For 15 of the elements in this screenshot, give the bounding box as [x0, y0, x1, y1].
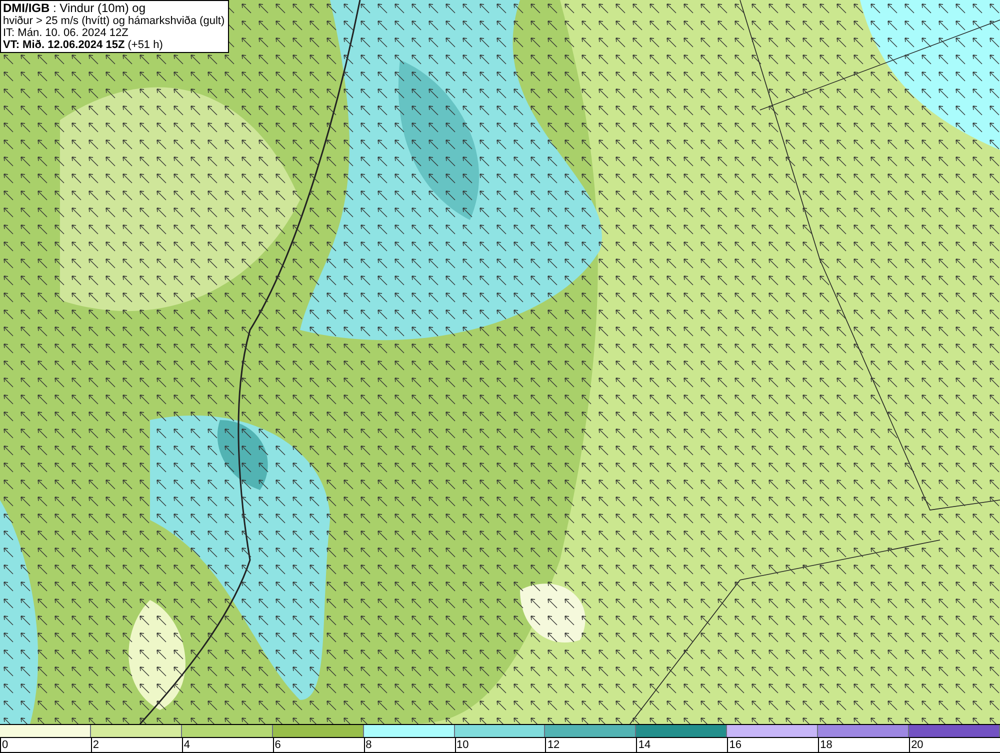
header-text: VT: Mið. 12.06.2024 15Z (+51 h)	[3, 39, 164, 51]
legend-label: 14	[638, 739, 651, 751]
legend-label: 0	[2, 739, 8, 751]
legend-label: 16	[729, 739, 742, 751]
legend-label: 20	[911, 739, 924, 751]
legend-label: 10	[456, 739, 469, 751]
header-text: hviður > 25 m/s (hvítt) og hámarkshviða (gult)	[3, 15, 226, 27]
legend-label: 6	[274, 739, 281, 751]
header-text: IT: Mán. 10. 06. 2024 12Z	[3, 27, 130, 39]
legend-label: 18	[820, 739, 832, 751]
legend-label: 12	[547, 739, 560, 751]
legend-label: 8	[366, 739, 372, 751]
legend-label: 2	[92, 739, 100, 751]
legend-label: 4	[184, 739, 190, 751]
header-text: DMI/IGB : Vindur (10m) og	[3, 2, 146, 15]
